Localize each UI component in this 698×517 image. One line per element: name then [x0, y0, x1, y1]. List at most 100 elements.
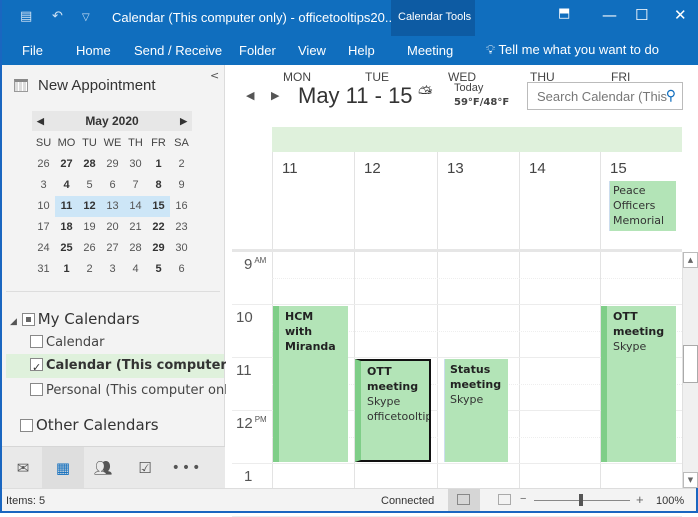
mini-calendar-day[interactable]: 4	[124, 259, 147, 280]
mini-calendar-day[interactable]: 16	[170, 196, 193, 217]
mini-calendar-day[interactable]: 30	[124, 154, 147, 175]
tab-folder[interactable]: Folder	[239, 43, 276, 58]
tab-file[interactable]: File	[22, 43, 43, 58]
tab-meeting[interactable]: Meeting	[407, 43, 453, 58]
mini-calendar-day[interactable]: 31	[32, 259, 55, 280]
mini-calendar-day[interactable]: 27	[55, 154, 78, 175]
mini-calendar-day[interactable]: 24	[32, 238, 55, 259]
tab-home[interactable]: Home	[76, 43, 111, 58]
mini-calendar-day[interactable]: 26	[32, 154, 55, 175]
mini-calendar-day[interactable]: 4	[55, 175, 78, 196]
day-header-fri[interactable]: FRI	[611, 70, 630, 84]
mini-calendar-day[interactable]: 18	[55, 217, 78, 238]
mini-calendar-day[interactable]: 11	[55, 196, 78, 217]
previous-week-icon[interactable]: ◀	[246, 89, 254, 102]
all-day-event[interactable]: Peace Officers Memorial D...	[603, 181, 676, 231]
mini-calendar-day[interactable]: 1	[55, 259, 78, 280]
calendar-event[interactable]: OTT meeting Skype officetooltips	[355, 359, 431, 462]
calendar-item-calendar[interactable]: Calendar	[30, 335, 104, 350]
tab-view[interactable]: View	[298, 43, 326, 58]
mini-calendar-day[interactable]: 20	[101, 217, 124, 238]
mini-calendar-day[interactable]: 7	[124, 175, 147, 196]
scroll-thumb[interactable]	[683, 345, 698, 383]
calendar-event[interactable]: HCM with Miranda	[273, 306, 348, 462]
tab-help[interactable]: Help	[348, 43, 375, 58]
calendar-item-personal[interactable]: Personal (This computer only)	[30, 383, 241, 398]
day-header-thu[interactable]: THU	[530, 70, 555, 84]
mini-calendar-day[interactable]: 21	[124, 217, 147, 238]
mini-calendar-day[interactable]: 17	[32, 217, 55, 238]
calendar-event[interactable]: OTT meeting Skype	[601, 306, 676, 462]
mini-calendar-day[interactable]: 29	[101, 154, 124, 175]
checkbox-checked[interactable]	[30, 356, 43, 380]
mini-calendar-day[interactable]: 28	[124, 238, 147, 259]
mini-calendar-day[interactable]: 13	[101, 196, 124, 217]
mini-calendar-day[interactable]: 8	[147, 175, 170, 196]
calendar-nav-icon[interactable]: ▦	[42, 447, 84, 489]
checkbox[interactable]	[20, 419, 33, 432]
mini-calendar-day[interactable]: 5	[147, 259, 170, 280]
people-icon[interactable]: 👥︎	[82, 447, 124, 489]
reading-view-button[interactable]	[498, 494, 511, 505]
calendar-event[interactable]: Status meeting Skype	[438, 359, 508, 462]
mini-calendar-day[interactable]: 19	[78, 217, 101, 238]
mini-calendar-day[interactable]: 15	[147, 196, 170, 217]
normal-view-button[interactable]	[448, 489, 480, 511]
zoom-slider-thumb[interactable]	[579, 494, 583, 506]
undo-icon[interactable]: ↶	[52, 9, 63, 24]
day-header-mon[interactable]: MON	[283, 70, 311, 84]
mini-calendar-day[interactable]: 2	[78, 259, 101, 280]
day-header-tue[interactable]: TUE	[365, 70, 389, 84]
checkbox[interactable]	[30, 383, 43, 396]
maximize-button[interactable]: ☐	[635, 6, 648, 24]
prev-month-icon[interactable]: ◀	[37, 111, 44, 131]
mini-calendar-day[interactable]: 28	[78, 154, 101, 175]
mini-calendar-day[interactable]: 12	[78, 196, 101, 217]
mini-calendar-day[interactable]: 25	[55, 238, 78, 259]
mini-calendar-day[interactable]: 14	[124, 196, 147, 217]
mini-calendar-day[interactable]: 23	[170, 217, 193, 238]
tasks-icon[interactable]: ☑	[124, 447, 166, 489]
mini-calendar-day[interactable]: 29	[147, 238, 170, 259]
mini-calendar-day[interactable]: 3	[32, 175, 55, 196]
mini-calendar-day[interactable]: 5	[78, 175, 101, 196]
scroll-up-icon[interactable]: ▲	[683, 252, 698, 268]
more-icon[interactable]: •••	[166, 447, 208, 489]
scroll-down-icon[interactable]: ▼	[683, 472, 698, 488]
zoom-out-button[interactable]: −	[520, 493, 526, 505]
close-button[interactable]: ✕	[674, 6, 687, 24]
mini-calendar-day[interactable]: 27	[101, 238, 124, 259]
mini-calendar-day[interactable]: 22	[147, 217, 170, 238]
minimize-button[interactable]: —	[602, 6, 617, 24]
other-calendars-group[interactable]: Other Calendars	[20, 416, 159, 434]
mini-calendar-day[interactable]: 26	[78, 238, 101, 259]
group-checkbox[interactable]	[21, 313, 35, 326]
mini-calendar-day[interactable]: 9	[170, 175, 193, 196]
vertical-scrollbar[interactable]: ▲ ▼	[682, 252, 698, 488]
search-icon[interactable]: ⚲	[666, 87, 676, 104]
zoom-level[interactable]: 100%	[656, 495, 684, 507]
search-calendar-input[interactable]: Search Calendar (This ⚲	[527, 82, 683, 110]
mail-icon[interactable]: ✉	[2, 447, 44, 489]
tab-send-receive[interactable]: Send / Receive	[134, 43, 222, 58]
customize-qat-icon[interactable]: ▽	[82, 12, 90, 23]
tell-me-box[interactable]: 💡︎ Tell me what you want to do	[486, 42, 659, 58]
calendar-item-this-computer[interactable]: Calendar (This computer only)	[6, 354, 268, 380]
send-receive-icon[interactable]: ▤	[20, 9, 32, 24]
zoom-in-button[interactable]: +	[636, 492, 644, 507]
new-appointment-button[interactable]: New Appointment	[14, 77, 156, 94]
mini-calendar-day[interactable]: 30	[170, 238, 193, 259]
mini-calendar-day[interactable]: 6	[101, 175, 124, 196]
mini-calendar-day[interactable]: 1	[147, 154, 170, 175]
checkbox[interactable]	[30, 335, 43, 348]
collapse-pane-icon[interactable]: <	[210, 69, 219, 82]
mini-calendar-day[interactable]: 6	[170, 259, 193, 280]
expand-triangle-icon[interactable]: ◢	[10, 317, 17, 327]
mini-calendar-day[interactable]: 10	[32, 196, 55, 217]
mini-calendar-day[interactable]: 2	[170, 154, 193, 175]
mini-calendar-day[interactable]: 3	[101, 259, 124, 280]
day-header-wed[interactable]: WED	[448, 70, 476, 84]
next-month-icon[interactable]: ▶	[180, 111, 187, 131]
ribbon-display-options-icon[interactable]: ⬒	[558, 6, 570, 21]
next-week-icon[interactable]: ▶	[271, 89, 279, 102]
